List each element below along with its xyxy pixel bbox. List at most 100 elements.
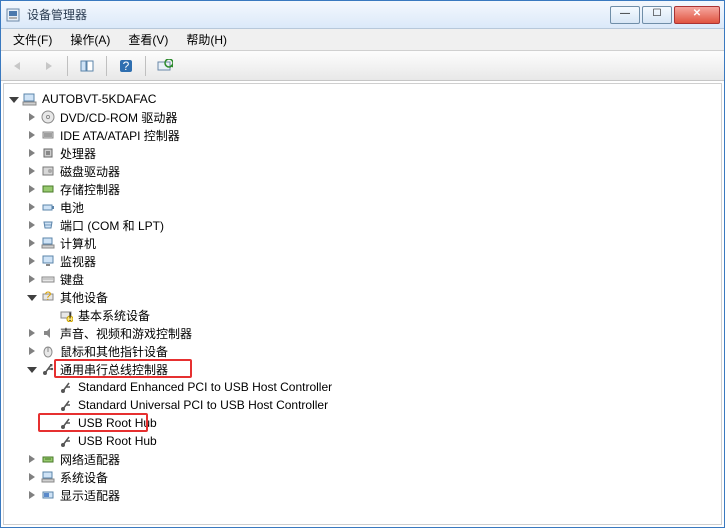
titlebar: 设备管理器 — ☐ ✕ (1, 1, 724, 29)
ide-icon (40, 127, 56, 143)
expander-closed-icon[interactable] (26, 273, 38, 285)
tree-root[interactable]: AUTOBVT-5KDAFAC (6, 90, 719, 108)
tree-item-disk[interactable]: 磁盘驱动器 (24, 162, 719, 180)
expander-closed-icon[interactable] (26, 183, 38, 195)
minimize-button[interactable]: — (610, 6, 640, 24)
tree-icon (79, 59, 95, 73)
tree-item-usb-root-hub[interactable]: USB Root Hub (42, 414, 719, 432)
back-button (5, 55, 31, 77)
disc-icon (40, 109, 56, 125)
tree-item-system[interactable]: 系统设备 (24, 468, 719, 486)
storage-icon (40, 181, 56, 197)
tree-item-dvd[interactable]: DVD/CD-ROM 驱动器 (24, 108, 719, 126)
tree-item-usb-controllers[interactable]: 通用串行总线控制器 (24, 360, 719, 378)
computer-icon (40, 235, 56, 251)
tree-label: 端口 (COM 和 LPT) (60, 217, 164, 234)
tree-label: IDE ATA/ATAPI 控制器 (60, 127, 180, 144)
expander-closed-icon[interactable] (26, 327, 38, 339)
tree-item-network[interactable]: 网络适配器 (24, 450, 719, 468)
tree-label: Standard Enhanced PCI to USB Host Contro… (78, 380, 332, 394)
expander-closed-icon[interactable] (26, 453, 38, 465)
keyboard-icon (40, 271, 56, 287)
tree-label: 网络适配器 (60, 451, 120, 468)
question-icon: ? (40, 289, 56, 305)
tree-item-basic-system[interactable]: ! 基本系统设备 (42, 306, 719, 324)
tree-item-sound[interactable]: 声音、视频和游戏控制器 (24, 324, 719, 342)
expander-closed-icon[interactable] (26, 345, 38, 357)
tree-item-usb-root-hub[interactable]: USB Root Hub (42, 432, 719, 450)
tree-item-mouse[interactable]: 鼠标和其他指针设备 (24, 342, 719, 360)
menu-view[interactable]: 查看(V) (120, 29, 176, 50)
tree-item-cpu[interactable]: 处理器 (24, 144, 719, 162)
tree-label: 显示适配器 (60, 487, 120, 504)
scan-hardware-button[interactable] (152, 55, 178, 77)
tree-label: 鼠标和其他指针设备 (60, 343, 168, 360)
expander-closed-icon[interactable] (26, 237, 38, 249)
help-icon: ? (119, 59, 133, 73)
expander-open-icon[interactable] (26, 363, 38, 375)
menubar: 文件(F) 操作(A) 查看(V) 帮助(H) (1, 29, 724, 51)
tree-label: 计算机 (60, 235, 96, 252)
expander-closed-icon[interactable] (26, 219, 38, 231)
disk-icon (40, 163, 56, 179)
tree-item-keyboard[interactable]: 键盘 (24, 270, 719, 288)
svg-text:?: ? (45, 290, 52, 303)
tree-label: USB Root Hub (78, 434, 157, 448)
tree-item-computer[interactable]: 计算机 (24, 234, 719, 252)
mouse-icon (40, 343, 56, 359)
arrow-left-icon (10, 60, 26, 72)
warning-icon: ! (58, 307, 74, 323)
expander-closed-icon[interactable] (26, 147, 38, 159)
expander-closed-icon[interactable] (26, 111, 38, 123)
forward-button (35, 55, 61, 77)
expander-closed-icon[interactable] (26, 201, 38, 213)
usb-icon (58, 415, 74, 431)
tree-item-display[interactable]: 显示适配器 (24, 486, 719, 504)
display-adapter-icon (40, 487, 56, 503)
tree-item-usb-enhanced[interactable]: Standard Enhanced PCI to USB Host Contro… (42, 378, 719, 396)
expander-closed-icon[interactable] (26, 129, 38, 141)
usb-icon (40, 361, 56, 377)
menu-file[interactable]: 文件(F) (5, 29, 60, 50)
tree-item-usb-universal[interactable]: Standard Universal PCI to USB Host Contr… (42, 396, 719, 414)
show-hide-tree-button[interactable] (74, 55, 100, 77)
tree-label: 声音、视频和游戏控制器 (60, 325, 192, 342)
tree-item-ports[interactable]: 端口 (COM 和 LPT) (24, 216, 719, 234)
tree-item-ide[interactable]: IDE ATA/ATAPI 控制器 (24, 126, 719, 144)
tree-label: 存储控制器 (60, 181, 120, 198)
tree-label: 磁盘驱动器 (60, 163, 120, 180)
toolbar: ? (1, 51, 724, 81)
tree-item-other-devices[interactable]: ? 其他设备 (24, 288, 719, 306)
menu-action[interactable]: 操作(A) (62, 29, 118, 50)
expander-none (44, 435, 56, 447)
expander-closed-icon[interactable] (26, 255, 38, 267)
usb-icon (58, 433, 74, 449)
tree-item-storage[interactable]: 存储控制器 (24, 180, 719, 198)
expander-closed-icon[interactable] (26, 165, 38, 177)
expander-closed-icon[interactable] (26, 471, 38, 483)
help-button[interactable]: ? (113, 55, 139, 77)
system-icon (40, 469, 56, 485)
port-icon (40, 217, 56, 233)
tree-label: 监视器 (60, 253, 96, 270)
monitor-icon (40, 253, 56, 269)
tree-item-battery[interactable]: 电池 (24, 198, 719, 216)
maximize-button[interactable]: ☐ (642, 6, 672, 24)
expander-open-icon[interactable] (8, 93, 20, 105)
menu-help[interactable]: 帮助(H) (178, 29, 235, 50)
svg-text:!: ! (68, 310, 71, 322)
device-tree[interactable]: AUTOBVT-5KDAFAC DVD/CD-ROM 驱动器 IDE ATA/A… (3, 83, 722, 525)
toolbar-separator (106, 56, 107, 76)
tree-item-monitor[interactable]: 监视器 (24, 252, 719, 270)
cpu-icon (40, 145, 56, 161)
toolbar-separator (67, 56, 68, 76)
expander-closed-icon[interactable] (26, 489, 38, 501)
scan-hardware-icon (157, 59, 173, 73)
expander-none (44, 399, 56, 411)
device-manager-window: 设备管理器 — ☐ ✕ 文件(F) 操作(A) 查看(V) 帮助(H) ? (0, 0, 725, 528)
tree-label: Standard Universal PCI to USB Host Contr… (78, 398, 328, 412)
close-button[interactable]: ✕ (674, 6, 720, 24)
tree-label: 电池 (60, 199, 84, 216)
tree-label: AUTOBVT-5KDAFAC (42, 92, 156, 106)
expander-open-icon[interactable] (26, 291, 38, 303)
